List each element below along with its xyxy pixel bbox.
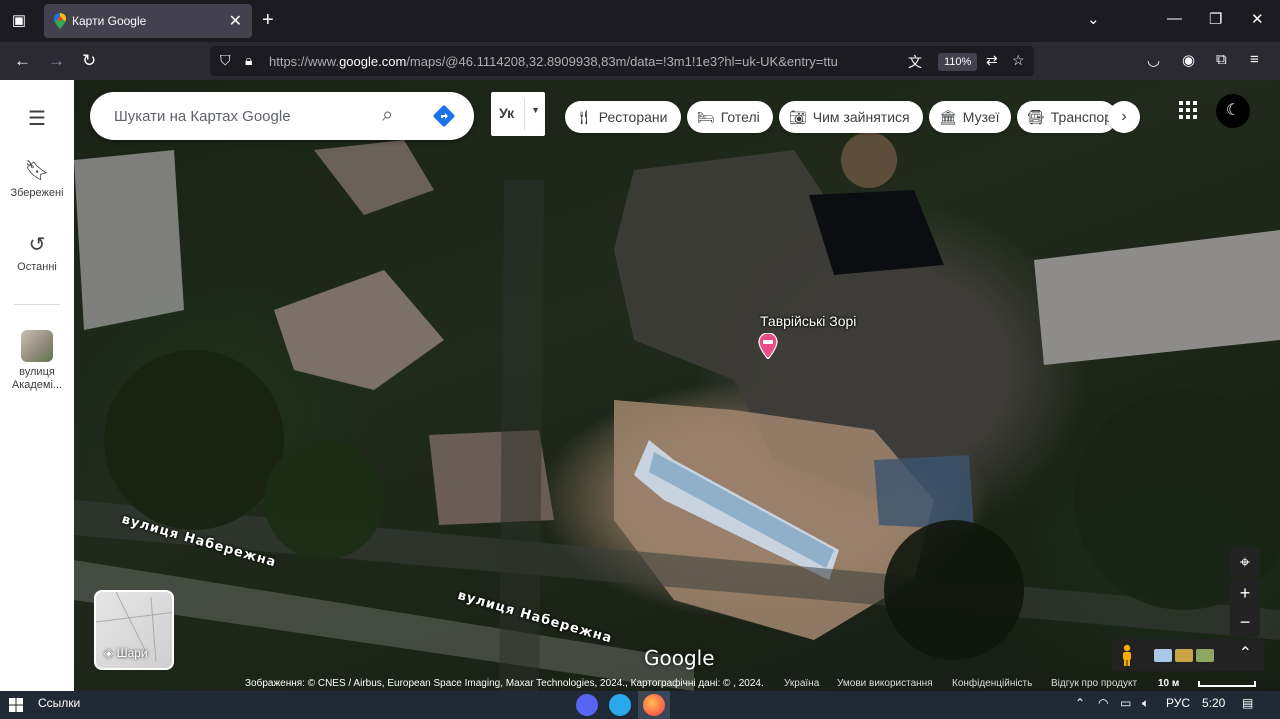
zoom-out-button[interactable]: − [1230, 607, 1260, 637]
language-button[interactable]: Ук ▼ [491, 92, 545, 136]
windows-taskbar: Ссылки ⌃ ◠ ▭ 🔈︎ РУС 5:20 ▤ [0, 691, 1280, 719]
hotel-pin-icon[interactable] [758, 333, 778, 359]
extensions-icon[interactable]: ⧉ [1216, 51, 1227, 68]
pocket-icon[interactable]: ◡ [1147, 51, 1160, 69]
dropdown-arrow-icon[interactable]: ▼ [531, 105, 540, 115]
back-icon[interactable]: ← [14, 51, 31, 71]
hotel-icon: 🛏︎ [697, 108, 715, 125]
browser-tab-bar: ▣ Карти Google ✕ + ⌄ — ❐ ✕ [0, 0, 1280, 42]
search-box[interactable]: Шукати на Картах Google ⌕ [90, 92, 474, 140]
url-text[interactable]: https://www.google.com/maps/@46.1114208,… [269, 54, 838, 69]
left-rail: ☰ 🔖︎ Збережені ↺ Останні вулиця Академі.… [0, 80, 74, 691]
recent-place-item[interactable]: вулиця Академі... [0, 330, 74, 392]
search-icon[interactable]: ⌕ [382, 104, 393, 127]
place-thumbnail [21, 330, 53, 362]
clock[interactable]: 5:20 [1202, 696, 1225, 710]
saved-button[interactable]: 🔖︎ Збережені [0, 158, 74, 200]
minimize-icon[interactable]: — [1167, 10, 1182, 27]
browser-tab[interactable]: Карти Google ✕ [44, 4, 252, 38]
recent-button[interactable]: ↺ Останні [0, 232, 74, 274]
place-label[interactable]: Таврійські Зорі [760, 313, 856, 329]
chip-things-to-do[interactable]: 📷︎ Чим зайнятися [779, 101, 923, 133]
close-tab-icon[interactable]: ✕ [229, 11, 242, 31]
chip-hotels[interactable]: 🛏︎ Готелі [687, 101, 773, 133]
firefox-icon [643, 694, 665, 716]
street-view-bar: ⌃ [1112, 639, 1264, 671]
hamburger-menu-icon[interactable]: ≡ [1250, 51, 1259, 68]
forward-icon[interactable]: → [48, 51, 65, 71]
reload-icon[interactable]: ↻ [82, 51, 96, 71]
chip-restaurants[interactable]: 🍴︎ Ресторани [565, 101, 681, 133]
scale-label[interactable]: 10 м [1158, 678, 1179, 689]
avatar[interactable]: ☾ [1216, 94, 1250, 128]
shield-icon[interactable]: ⛉ [220, 52, 231, 69]
windows-start-icon[interactable] [9, 698, 23, 712]
directions-icon[interactable] [432, 104, 456, 128]
transit-icon: 🚍︎ [1027, 108, 1045, 125]
chevron-down-icon[interactable]: ⌄ [1087, 10, 1100, 28]
language-indicator[interactable]: РУС [1166, 696, 1190, 710]
map-imagery [74, 132, 1280, 691]
layers-icon: ◈ [104, 646, 114, 660]
zoom-in-button[interactable]: + [1230, 578, 1260, 608]
google-logo: Google [644, 646, 715, 670]
zoom-level[interactable]: 110% [938, 53, 978, 71]
volume-icon[interactable]: 🔈︎ [1142, 696, 1149, 711]
search-input[interactable]: Шукати на Картах Google [114, 108, 291, 125]
chevron-up-icon[interactable]: ⌃ [1075, 696, 1085, 710]
country-link[interactable]: Україна [784, 678, 819, 689]
close-window-icon[interactable]: ✕ [1251, 10, 1264, 28]
battery-icon[interactable]: ▭ [1120, 696, 1131, 710]
bookmark-icon: 🔖︎ [24, 160, 50, 182]
menu-icon[interactable]: ☰ [0, 106, 74, 131]
imagery-thumbnail[interactable] [1154, 649, 1172, 662]
layers-button[interactable]: ◈ Шари [94, 590, 174, 670]
expand-icon[interactable]: ⌃ [1239, 643, 1252, 663]
firefox-taskbar-item[interactable] [638, 691, 670, 719]
restaurant-icon: 🍴︎ [575, 108, 593, 125]
links-toolbar[interactable]: Ссылки [38, 696, 80, 710]
imagery-thumbnail[interactable] [1196, 649, 1214, 662]
telegram-icon[interactable] [609, 694, 631, 716]
translate-page-icon[interactable]: ⇄ [986, 52, 998, 69]
terms-link[interactable]: Умови використання [837, 678, 933, 689]
translate-icon[interactable]: 文 [908, 52, 922, 72]
apps-grid-icon[interactable] [1178, 100, 1198, 120]
privacy-link[interactable]: Конфіденційність [952, 678, 1032, 689]
browser-nav-bar: ← → ↻ ⛉ 🔒︎ https://www.google.com/maps/@… [0, 42, 1280, 80]
tab-title: Карти Google [72, 14, 147, 28]
bookmark-star-icon[interactable]: ☆ [1012, 52, 1025, 69]
chip-museums[interactable]: 🏛︎ Музеї [929, 101, 1011, 133]
my-location-icon[interactable]: ⌖ [1230, 547, 1260, 577]
lock-icon[interactable]: 🔒︎ [245, 52, 252, 69]
chip-transit[interactable]: 🚍︎ Транспорт [1017, 101, 1117, 133]
wifi-icon[interactable]: ◠ [1098, 696, 1108, 710]
imagery-credit: Зображення: © CNES / Airbus, European Sp… [245, 678, 764, 689]
museum-icon: 🏛︎ [939, 108, 957, 125]
account-icon[interactable]: ◉ [1182, 51, 1195, 69]
chevron-right-icon[interactable]: › [1108, 101, 1140, 133]
feedback-link[interactable]: Відгук про продукт [1051, 678, 1137, 689]
imagery-thumbnail[interactable] [1175, 649, 1193, 662]
tab-list-icon[interactable]: ▣ [8, 10, 30, 32]
new-tab-icon[interactable]: + [262, 9, 274, 32]
camera-icon: 📷︎ [789, 108, 807, 125]
restore-icon[interactable]: ❐ [1209, 10, 1222, 28]
google-maps-favicon-icon [54, 13, 66, 29]
notifications-icon[interactable]: ▤ [1242, 696, 1253, 710]
satellite-map[interactable] [74, 80, 1280, 691]
pegman-icon[interactable] [1120, 644, 1134, 666]
divider [14, 304, 60, 305]
history-icon: ↺ [28, 234, 46, 256]
address-bar[interactable]: ⛉ 🔒︎ https://www.google.com/maps/@46.111… [210, 46, 1034, 76]
attribution-bar: Зображення: © CNES / Airbus, European Sp… [240, 677, 1280, 691]
scale-bar [1198, 681, 1256, 687]
discord-icon[interactable] [576, 694, 598, 716]
